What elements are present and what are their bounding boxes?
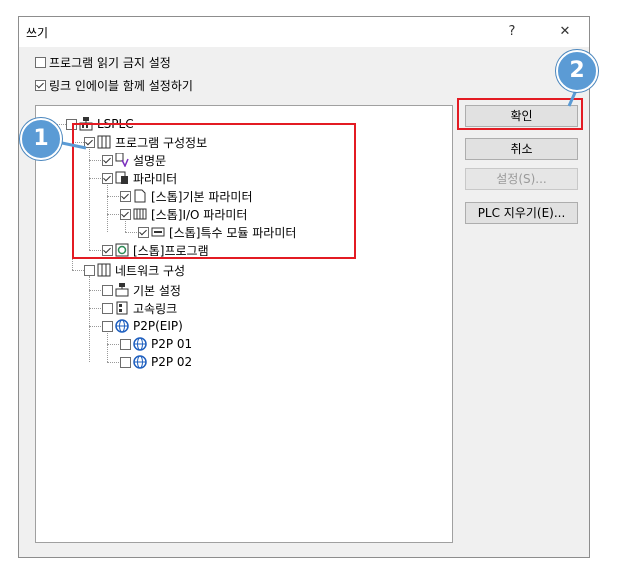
- annotation-badge-2: 2: [556, 50, 598, 92]
- annotation-arrows: [61, 85, 580, 150]
- annotation-badge-1: 1: [20, 118, 62, 160]
